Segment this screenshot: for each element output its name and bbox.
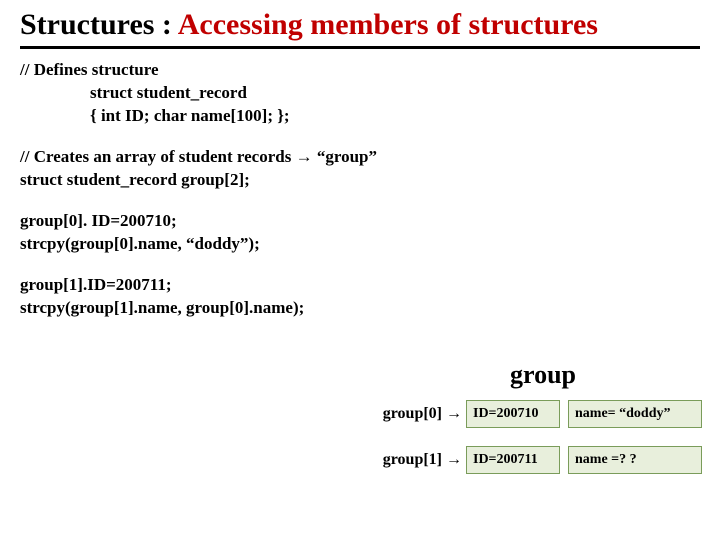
title-main: Structures : [20, 8, 178, 41]
cell-id: ID=200710 [466, 400, 560, 428]
defines-line2: { int ID; char name[100]; }; [90, 105, 700, 128]
cell-name: name =? ? [568, 446, 702, 474]
group-title: group [376, 360, 710, 390]
assign1-line2: strcpy(group[1].name, group[0].name); [20, 297, 700, 320]
creates-block: // Creates an array of student records →… [20, 146, 700, 192]
title-underline [20, 46, 700, 49]
row-label: group[0] → [376, 405, 466, 423]
cell-id: ID=200711 [466, 446, 560, 474]
assign0-line2: strcpy(group[0].name, “doddy”); [20, 233, 700, 256]
defines-comment: // Defines structure [20, 59, 700, 82]
assign0-line1: group[0]. ID=200710; [20, 210, 700, 233]
assign1-block: group[1].ID=200711; strcpy(group[1].name… [20, 274, 700, 320]
assign1-line1: group[1].ID=200711; [20, 274, 700, 297]
creates-comment: // Creates an array of student records →… [20, 146, 700, 169]
cell-name: name= “doddy” [568, 400, 702, 428]
creates-line1: struct student_record group[2]; [20, 169, 700, 192]
slide-title: Structures : Accessing members of struct… [20, 8, 700, 42]
defines-block: // Defines structure struct student_reco… [20, 59, 700, 128]
defines-line1: struct student_record [90, 82, 700, 105]
table-row: group[1] → ID=200711 name =? ? [376, 446, 710, 474]
row-label: group[1] → [376, 451, 466, 469]
table-row: group[0] → ID=200710 name= “doddy” [376, 400, 710, 428]
assign0-block: group[0]. ID=200710; strcpy(group[0].nam… [20, 210, 700, 256]
title-red: Accessing members of structures [178, 8, 598, 41]
group-table: group group[0] → ID=200710 name= “doddy”… [376, 360, 710, 492]
